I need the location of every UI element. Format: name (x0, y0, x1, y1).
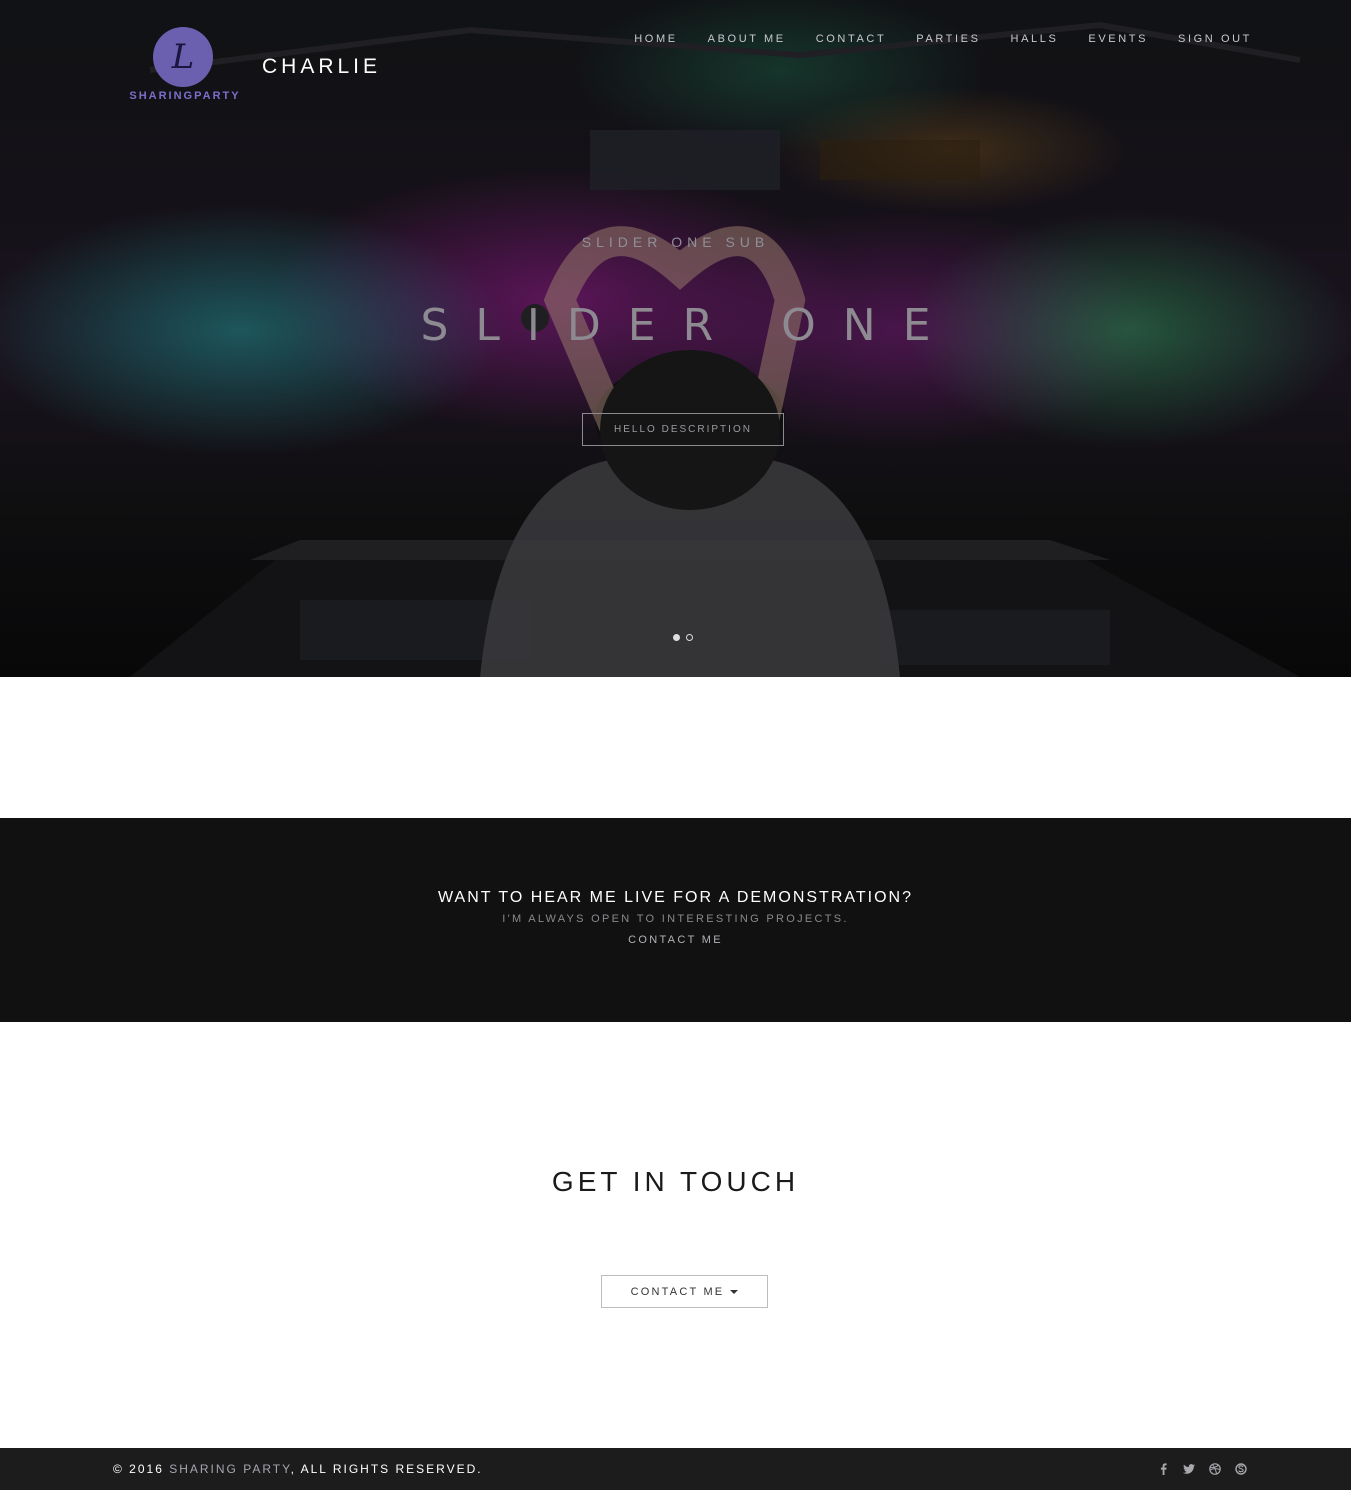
slider-dot-1[interactable] (673, 634, 680, 641)
copyright-suffix: , ALL RIGHTS RESERVED. (290, 1462, 483, 1476)
contact-me-label: CONTACT ME (630, 1285, 725, 1298)
logo-mark: L (153, 27, 213, 87)
slider-pagination (673, 634, 693, 641)
slide-title: SLIDER ONE (420, 300, 958, 351)
nav-parties[interactable]: PARTIES (916, 33, 980, 45)
hello-description-button[interactable]: HELLO DESCRIPTION (582, 413, 784, 446)
nav-halls[interactable]: HALLS (1011, 33, 1059, 45)
contact-me-dropdown-button[interactable]: CONTACT ME (601, 1275, 768, 1308)
brand-name: CHARLIE (262, 55, 382, 78)
band-title: WANT TO HEAR ME LIVE FOR A DEMONSTRATION… (438, 889, 913, 906)
nav-about-me[interactable]: ABOUT ME (708, 33, 786, 45)
caret-down-icon (730, 1289, 739, 1294)
nav-sign-out[interactable]: SIGN OUT (1178, 33, 1252, 45)
dribbble-icon[interactable] (1208, 1462, 1222, 1476)
nav-home[interactable]: HOME (634, 33, 677, 45)
copyright: © 2016 SHARING PARTY, ALL RIGHTS RESERVE… (113, 1462, 483, 1476)
copyright-prefix: © 2016 (113, 1462, 170, 1476)
band-contact-link[interactable]: CONTACT ME (0, 934, 1351, 946)
logo-text: SHARINGPARTY (129, 90, 241, 102)
footer: © 2016 SHARING PARTY, ALL RIGHTS RESERVE… (0, 1448, 1351, 1490)
slide-subtitle: SLIDER ONE SUB (581, 234, 770, 250)
facebook-icon[interactable] (1156, 1462, 1170, 1476)
main-nav: HOME ABOUT ME CONTACT PARTIES HALLS EVEN… (634, 33, 1252, 45)
skype-icon[interactable] (1234, 1462, 1248, 1476)
nav-contact[interactable]: CONTACT (816, 33, 887, 45)
nav-events[interactable]: EVENTS (1088, 33, 1148, 45)
logo[interactable]: L SHARINGPARTY (120, 27, 250, 103)
band-subtitle: I'M ALWAYS OPEN TO INTERESTING PROJECTS. (502, 913, 849, 925)
slider-dot-2[interactable] (686, 634, 693, 641)
get-in-touch-title: GET IN TOUCH (551, 1166, 800, 1197)
copyright-brand-link[interactable]: SHARING PARTY (169, 1462, 290, 1476)
twitter-icon[interactable] (1182, 1462, 1196, 1476)
demo-band: WANT TO HEAR ME LIVE FOR A DEMONSTRATION… (0, 818, 1351, 1022)
social-links (1156, 1462, 1248, 1476)
